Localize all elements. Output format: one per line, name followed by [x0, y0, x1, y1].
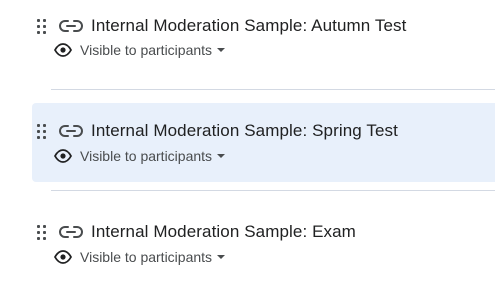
list-item[interactable]: Internal Moderation Sample: Autumn Test … [32, 0, 495, 68]
drag-handle-icon[interactable] [37, 123, 47, 139]
visibility-label: Visible to participants [80, 148, 213, 164]
link-icon [59, 19, 83, 33]
link-icon [59, 225, 83, 239]
visibility-dropdown[interactable]: Visible to participants [54, 247, 226, 267]
eye-icon [54, 43, 72, 57]
list-item[interactable]: Internal Moderation Sample: Exam Visible… [32, 200, 495, 289]
divider [51, 89, 495, 90]
caret-down-icon [217, 154, 226, 158]
visibility-label: Visible to participants [80, 249, 213, 265]
list-item[interactable]: Internal Moderation Sample: Spring Test … [32, 103, 495, 182]
caret-down-icon [217, 48, 226, 52]
content-list: Internal Moderation Sample: Autumn Test … [0, 0, 495, 289]
eye-icon [54, 149, 72, 163]
visibility-label: Visible to participants [80, 42, 213, 58]
drag-handle-icon[interactable] [37, 224, 47, 240]
item-title[interactable]: Internal Moderation Sample: Spring Test [91, 121, 398, 141]
eye-icon [54, 250, 72, 264]
item-title[interactable]: Internal Moderation Sample: Autumn Test [91, 16, 406, 36]
link-icon [59, 124, 83, 138]
item-title[interactable]: Internal Moderation Sample: Exam [91, 222, 356, 242]
visibility-dropdown[interactable]: Visible to participants [54, 40, 226, 60]
caret-down-icon [217, 255, 226, 259]
divider [51, 190, 495, 191]
visibility-dropdown[interactable]: Visible to participants [54, 146, 226, 166]
drag-handle-icon[interactable] [37, 18, 47, 34]
